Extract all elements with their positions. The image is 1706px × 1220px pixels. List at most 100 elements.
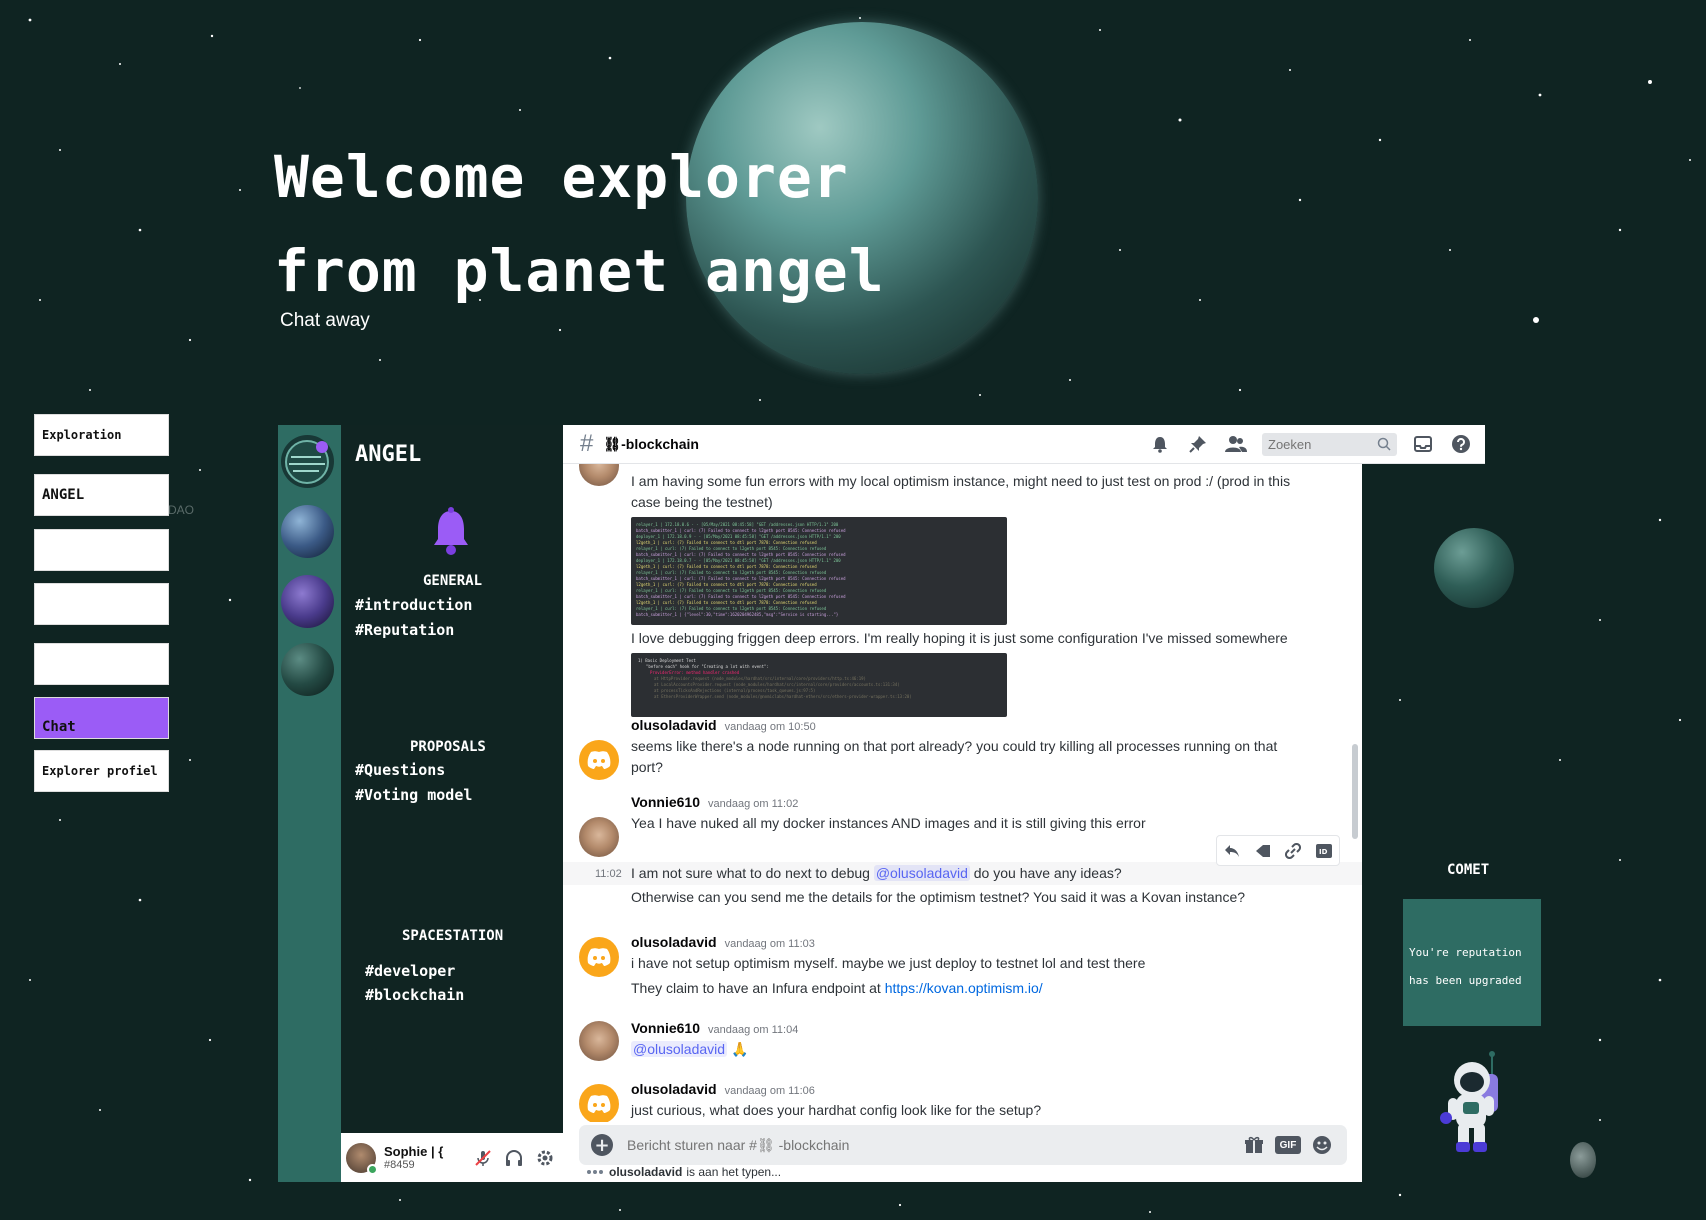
gift-icon[interactable]: [1241, 1133, 1267, 1157]
channel-questions[interactable]: #Questions: [355, 761, 445, 779]
message-input[interactable]: [627, 1137, 1233, 1153]
message-text: i have not setup optimism myself. maybe …: [631, 955, 1146, 971]
typing-dots-icon: [587, 1170, 603, 1174]
svg-text:relayer_1 | 172.18.0.6 - - [: relayer_1 | 172.18.0.6 - - [05/May/2021 …: [636, 522, 839, 527]
message-author[interactable]: olusoladavid vandaag om 11:03: [631, 934, 815, 950]
server-purple-planet-icon[interactable]: [281, 575, 334, 628]
channel-voting-model[interactable]: #Voting model: [355, 786, 472, 804]
message-scrollbar[interactable]: [1352, 744, 1358, 839]
channel-developer[interactable]: #developer: [365, 962, 455, 980]
react-icon[interactable]: [1252, 840, 1274, 862]
nav-explorer-profile[interactable]: Explorer profiel: [34, 750, 169, 792]
channel-hash-icon: #: [580, 430, 594, 457]
message-text: @olusoladavid 🙏: [631, 1039, 1291, 1060]
message-text: Otherwise can you send me the details fo…: [631, 889, 1246, 905]
channel-blockchain[interactable]: #blockchain: [365, 986, 464, 1004]
message-text: I am not sure what to do next to debug @…: [631, 863, 1291, 884]
nav-exploration[interactable]: Exploration: [34, 414, 169, 456]
olusoladavid-avatar[interactable]: [579, 937, 619, 977]
reply-icon[interactable]: [1221, 840, 1243, 862]
server-logo-icon[interactable]: [281, 435, 334, 488]
svg-text:deployer_1 | 172.18.0.9 - - [: deployer_1 | 172.18.0.9 - - [05/May/2021…: [636, 534, 841, 539]
server-blue-planet-icon[interactable]: [281, 505, 334, 558]
olusoladavid-avatar[interactable]: [579, 740, 619, 780]
author-name[interactable]: olusoladavid: [631, 1081, 717, 1097]
message-author[interactable]: Vonnie610 vandaag om 11:04: [631, 1020, 798, 1036]
headphones-icon[interactable]: [503, 1147, 524, 1168]
astronaut-icon: [1440, 1051, 1498, 1152]
nav-blank-3[interactable]: [34, 643, 169, 685]
external-link[interactable]: https://kovan.optimism.io/: [885, 980, 1043, 996]
inbox-icon[interactable]: [1411, 432, 1435, 456]
settings-gear-icon[interactable]: [534, 1147, 555, 1168]
author-name[interactable]: Vonnie610: [631, 1020, 700, 1036]
pin-icon[interactable]: [1186, 432, 1210, 456]
hero-title: Welcome explorer from planet angel: [274, 130, 885, 318]
chat-channel-title: ⛓-blockchain: [603, 435, 699, 452]
message-author[interactable]: olusoladavid vandaag om 11:06: [631, 1081, 815, 1097]
nav-blank-2[interactable]: [34, 583, 169, 625]
terminal-log-image: relayer_1 | 172.18.0.6 - - [05/May/2021 …: [636, 522, 846, 617]
author-name[interactable]: olusoladavid: [631, 934, 717, 950]
gif-button[interactable]: GIF: [1275, 1136, 1301, 1154]
svg-text:l2geth_1 | curl: (7) Failed: l2geth_1 | curl: (7) Failed to connect t…: [636, 540, 817, 545]
svg-text:"before each" hook for "Creati: "before each" hook for "Creating a lot w…: [646, 664, 769, 669]
code-screenshot-1[interactable]: relayer_1 | 172.18.0.6 - - [05/May/2021 …: [631, 517, 1007, 625]
author-name[interactable]: Vonnie610: [631, 794, 700, 810]
nav-ghost-label: DAO: [168, 503, 195, 517]
message-author[interactable]: Vonnie610 vandaag om 11:02: [631, 794, 798, 810]
mute-microphone-icon[interactable]: [472, 1147, 493, 1168]
category-spacestation[interactable]: SPACESTATION: [402, 928, 503, 944]
server-name: ANGEL: [355, 442, 422, 467]
upload-plus-icon[interactable]: +: [591, 1134, 613, 1156]
vonnie-avatar[interactable]: [579, 464, 619, 486]
code-screenshot-2[interactable]: 1) Basic Deployment Test "before each" h…: [631, 653, 1007, 717]
message-text: They claim to have an Infura endpoint at…: [631, 978, 1291, 999]
discord-logo-icon: [587, 948, 611, 966]
message-text-part: do you have any ideas?: [969, 865, 1122, 881]
server-rail: [278, 425, 341, 1182]
user-mention[interactable]: @olusoladavid: [873, 865, 970, 881]
hero-title-line-1: Welcome explorer: [274, 143, 849, 211]
svg-text:relayer_1 | curl: (7) Failed: relayer_1 | curl: (7) Failed to connect …: [636, 546, 827, 551]
server-dark-planet-icon[interactable]: [281, 643, 334, 696]
help-icon[interactable]: [1449, 432, 1473, 456]
vonnie-avatar[interactable]: [579, 1021, 619, 1061]
search-input[interactable]: [1268, 436, 1368, 452]
test-error-image: 1) Basic Deployment Test "before each" h…: [638, 658, 912, 699]
author-name[interactable]: olusoladavid: [631, 717, 717, 733]
category-proposals[interactable]: PROPOSALS: [410, 739, 486, 755]
copy-id-icon[interactable]: ID: [1313, 840, 1335, 862]
nav-angel[interactable]: ANGEL: [34, 474, 169, 516]
search-box[interactable]: [1262, 432, 1397, 456]
message-author[interactable]: olusoladavid vandaag om 10:50: [631, 717, 816, 733]
message-timestamp: vandaag om 11:02: [708, 798, 799, 810]
message-text: seems like there's a node running on tha…: [631, 738, 1278, 775]
svg-text:l2geth_1 | curl: (7) Failed: l2geth_1 | curl: (7) Failed to connect t…: [636, 582, 817, 587]
svg-text:l2geth_1 | curl: (7) Failed: l2geth_1 | curl: (7) Failed to connect t…: [636, 564, 817, 569]
emoji-picker-icon[interactable]: [1309, 1133, 1335, 1157]
category-general[interactable]: GENERAL: [423, 573, 482, 589]
tiny-planet-image: [1570, 1142, 1596, 1178]
svg-text:relayer_1 | curl: (7) Failed: relayer_1 | curl: (7) Failed to connect …: [636, 588, 827, 593]
user-avatar[interactable]: [346, 1142, 378, 1175]
message-timestamp: vandaag om 10:50: [724, 721, 816, 733]
nav-blank-1[interactable]: [34, 529, 169, 571]
member-list-icon[interactable]: [1224, 432, 1248, 456]
user-mention[interactable]: @olusoladavid: [631, 1041, 728, 1057]
vonnie-avatar[interactable]: [579, 817, 619, 857]
channel-reputation[interactable]: #Reputation: [355, 621, 454, 639]
message-timestamp: vandaag om 11:06: [724, 1085, 815, 1097]
hover-timestamp: 11:02: [595, 868, 622, 880]
message-text-part: They claim to have an Infura endpoint at: [631, 980, 885, 996]
notification-bell-icon[interactable]: [1148, 432, 1172, 456]
chat-window: I am having some fun errors with my loca…: [563, 425, 1362, 1182]
message-timestamp: vandaag om 11:03: [724, 938, 815, 950]
message-text: I love debugging friggen deep errors. I'…: [631, 630, 1288, 646]
olusoladavid-avatar[interactable]: [579, 1084, 619, 1122]
channel-introduction[interactable]: #introduction: [355, 596, 472, 614]
user-name: Sophie | {: [384, 1144, 444, 1159]
copy-link-icon[interactable]: [1282, 840, 1304, 862]
search-icon: [1377, 437, 1391, 451]
nav-chat[interactable]: Chat: [34, 697, 169, 739]
